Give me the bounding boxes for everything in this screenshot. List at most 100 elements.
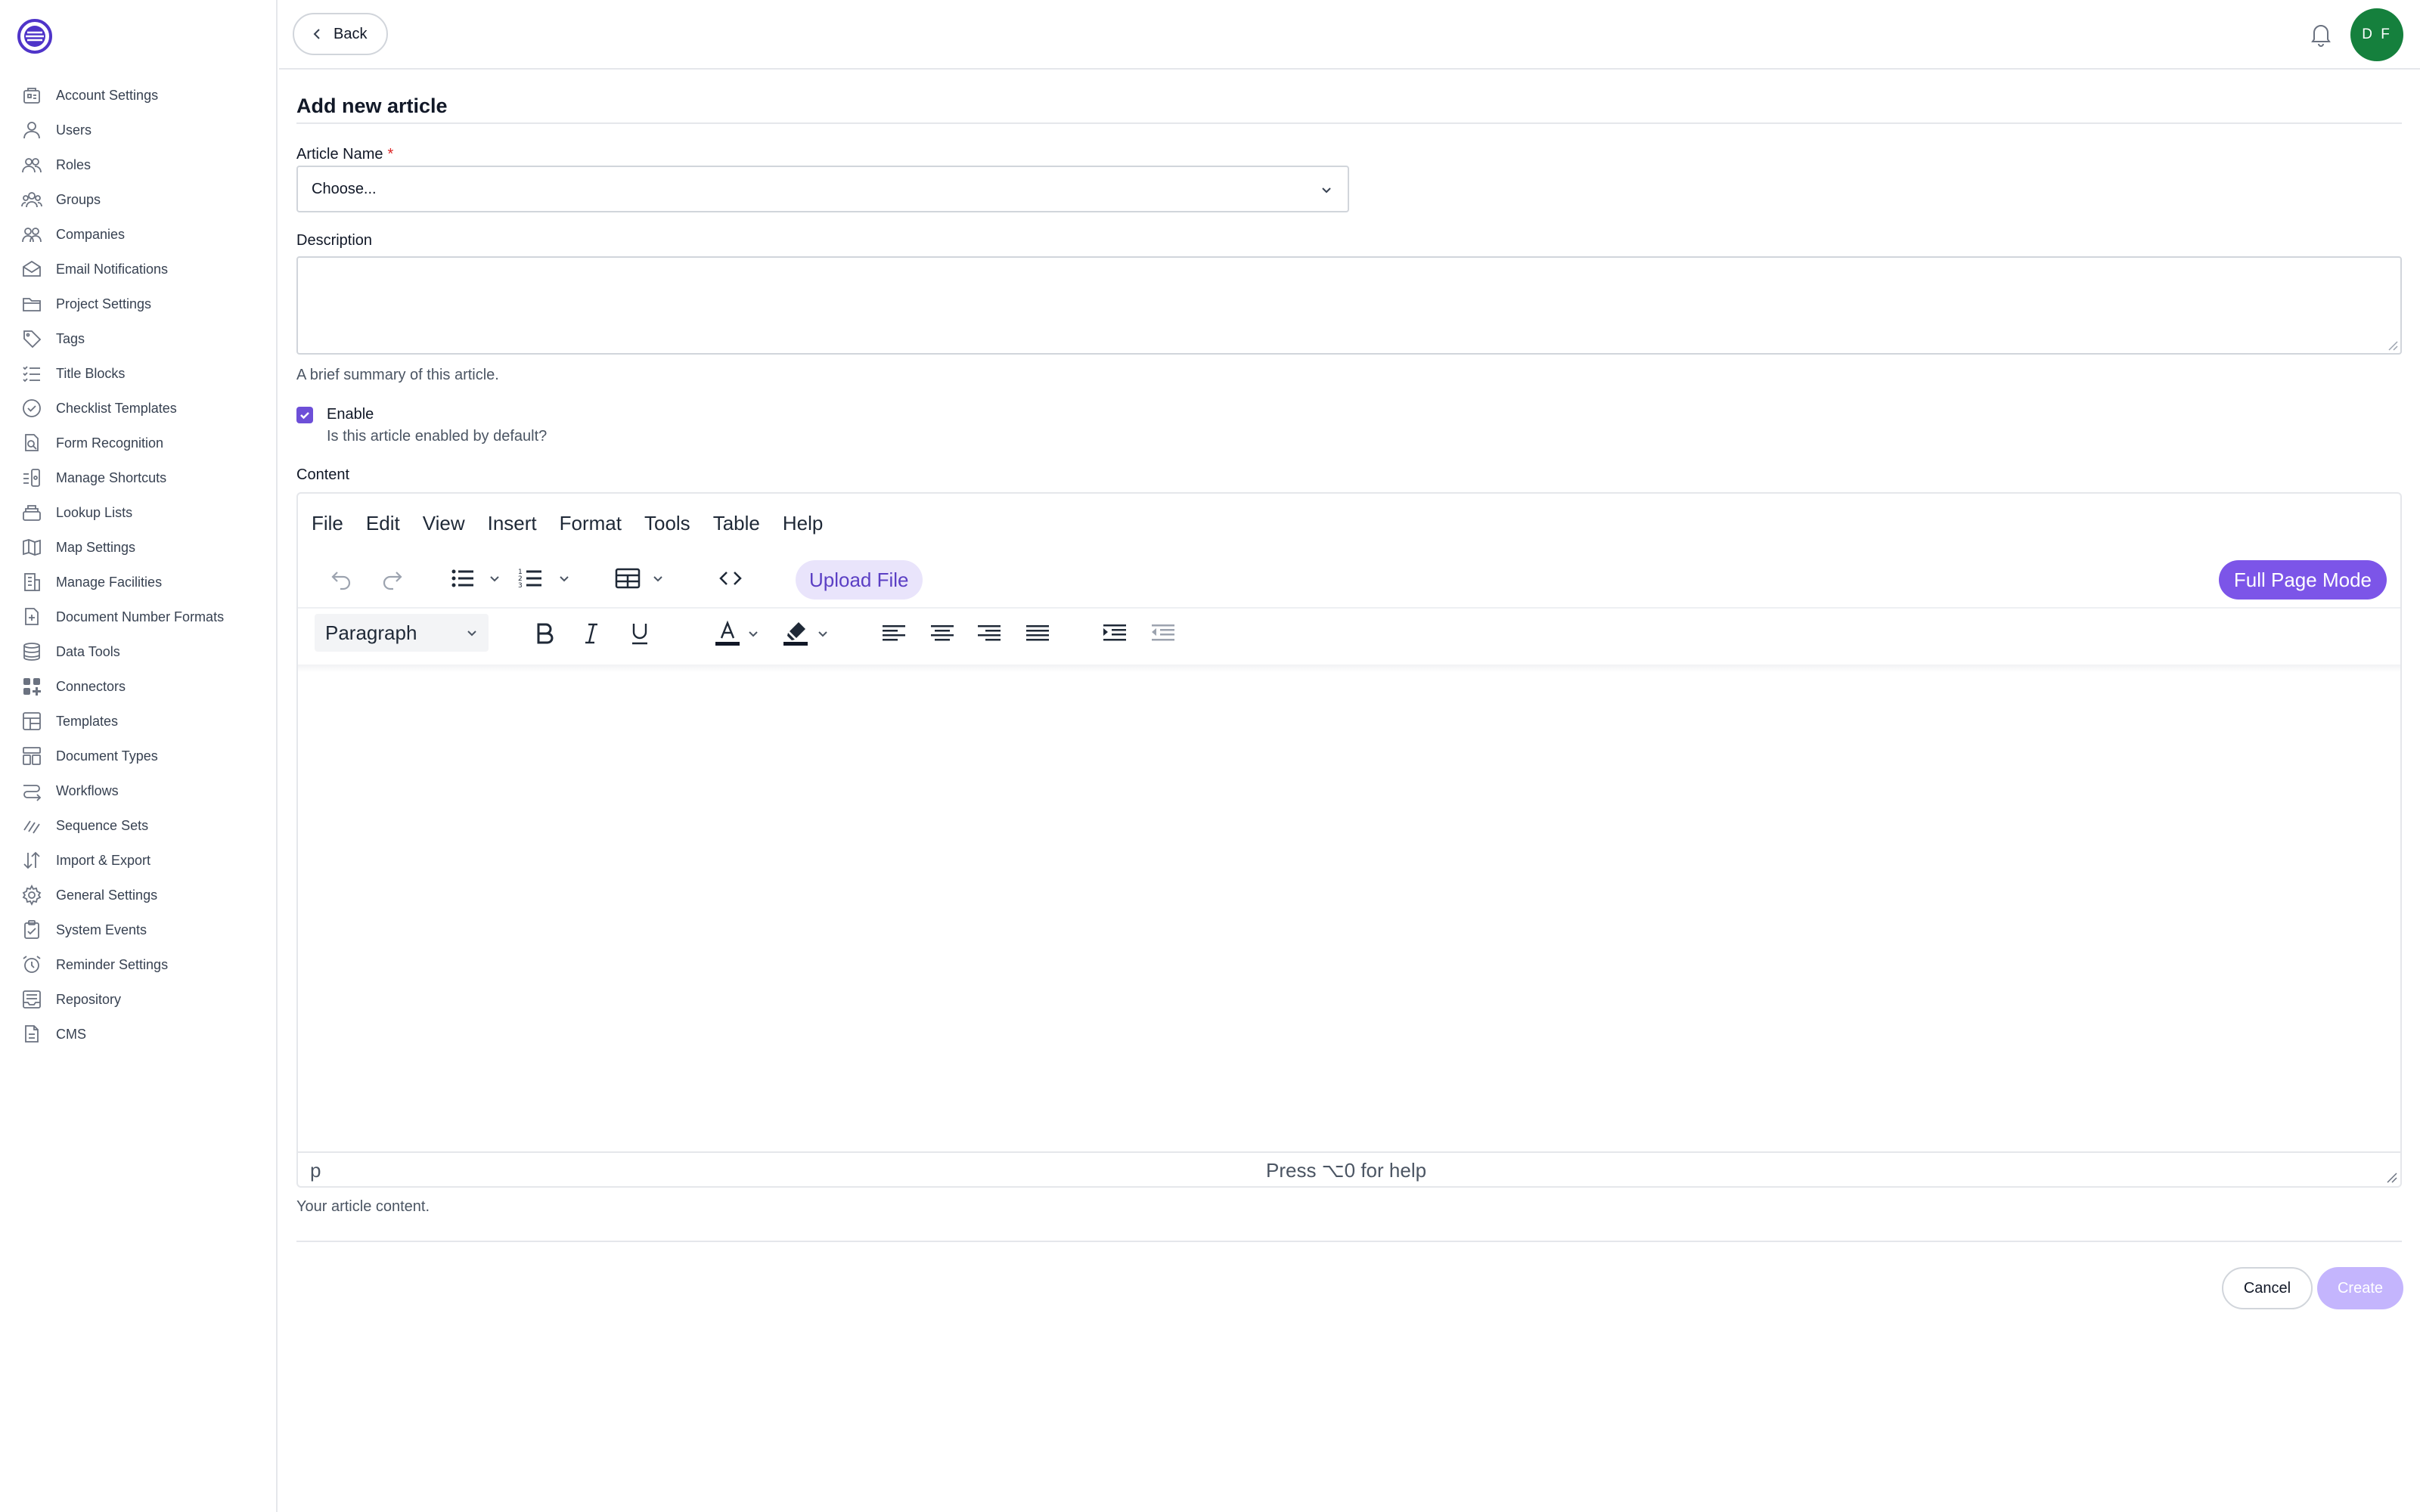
tag-icon	[21, 328, 42, 349]
bullet-list-icon[interactable]	[449, 565, 476, 592]
sidebar-item-general-settings[interactable]: General Settings	[0, 878, 278, 912]
align-center-icon[interactable]	[929, 620, 956, 647]
app-logo-icon[interactable]	[17, 18, 53, 54]
sidebar-item-form-recognition[interactable]: Form Recognition	[0, 426, 278, 460]
resize-handle-icon[interactable]	[2384, 1170, 2397, 1183]
menu-insert[interactable]: Insert	[488, 512, 537, 535]
sidebar-item-users[interactable]: Users	[0, 113, 278, 147]
bold-icon[interactable]	[531, 620, 558, 647]
user-icon	[21, 119, 42, 141]
bell-icon[interactable]	[2307, 20, 2335, 48]
article-name-label-text: Article Name	[296, 146, 383, 163]
menu-edit[interactable]: Edit	[366, 512, 400, 535]
chevron-down-icon[interactable]	[650, 571, 666, 586]
article-name-label: Article Name *	[296, 146, 393, 163]
sidebar-item-title-blocks[interactable]: Title Blocks	[0, 356, 278, 391]
alarm-icon	[21, 954, 42, 975]
sidebar-item-templates[interactable]: Templates	[0, 704, 278, 739]
block-format-value: Paragraph	[325, 621, 417, 644]
chevron-down-icon[interactable]	[746, 626, 761, 641]
menu-file[interactable]: File	[312, 512, 343, 535]
sidebar-item-reminder-settings[interactable]: Reminder Settings	[0, 947, 278, 982]
sidebar-item-repository[interactable]: Repository	[0, 982, 278, 1017]
article-name-value: Choose...	[312, 180, 377, 197]
sidebar-item-label: CMS	[56, 1026, 86, 1042]
sidebar-item-tags[interactable]: Tags	[0, 321, 278, 356]
sidebar-item-email-notifications[interactable]: Email Notifications	[0, 252, 278, 287]
workflow-icon	[21, 780, 42, 801]
map-icon	[21, 537, 42, 558]
full-page-mode-button[interactable]: Full Page Mode	[2218, 560, 2387, 600]
outdent-icon[interactable]	[1150, 620, 1177, 647]
sidebar-item-system-events[interactable]: System Events	[0, 912, 278, 947]
menu-help[interactable]: Help	[783, 512, 823, 535]
resize-handle-icon[interactable]	[2386, 339, 2398, 351]
sidebar-item-cms[interactable]: CMS	[0, 1017, 278, 1052]
numbered-list-icon[interactable]: 123	[517, 565, 544, 592]
sidebar-item-label: Connectors	[56, 678, 126, 694]
sidebar-item-label: General Settings	[56, 887, 158, 903]
align-justify-icon[interactable]	[1024, 620, 1051, 647]
sidebar-item-connectors[interactable]: Connectors	[0, 669, 278, 704]
article-name-select[interactable]: Choose...	[296, 166, 1349, 212]
description-field[interactable]	[296, 256, 2402, 355]
sidebar-item-document-types[interactable]: Document Types	[0, 739, 278, 773]
sidebar-nav: Account Settings Users Roles Groups Comp…	[0, 78, 278, 1052]
sidebar-item-roles[interactable]: Roles	[0, 147, 278, 182]
menu-table[interactable]: Table	[713, 512, 760, 535]
redo-icon[interactable]	[378, 565, 405, 592]
cancel-button[interactable]: Cancel	[2222, 1267, 2313, 1309]
table-icon[interactable]	[614, 565, 641, 592]
sidebar-item-label: Groups	[56, 191, 101, 207]
code-icon[interactable]	[717, 565, 744, 592]
sidebar-item-manage-shortcuts[interactable]: Manage Shortcuts	[0, 460, 278, 495]
divider	[296, 122, 2402, 124]
text-color-icon[interactable]	[714, 620, 741, 647]
element-path[interactable]: p	[310, 1159, 321, 1182]
chevron-down-icon[interactable]	[487, 571, 502, 586]
sidebar-item-lookup-lists[interactable]: Lookup Lists	[0, 495, 278, 530]
italic-icon[interactable]	[578, 620, 605, 647]
sidebar-item-label: Document Number Formats	[56, 609, 225, 624]
sidebar-item-sequence-sets[interactable]: Sequence Sets	[0, 808, 278, 843]
chevron-down-icon[interactable]	[557, 571, 572, 586]
svg-text:3: 3	[518, 582, 523, 590]
sidebar-item-import-export[interactable]: Import & Export	[0, 843, 278, 878]
sidebar-item-project-settings[interactable]: Project Settings	[0, 287, 278, 321]
sidebar-item-document-number-formats[interactable]: Document Number Formats	[0, 600, 278, 634]
menu-view[interactable]: View	[423, 512, 465, 535]
sidebar-item-account-settings[interactable]: Account Settings	[0, 78, 278, 113]
sidebar-item-label: Form Recognition	[56, 435, 164, 451]
document-search-icon	[21, 432, 42, 454]
sidebar-item-label: Document Types	[56, 748, 158, 764]
underline-icon[interactable]	[626, 620, 653, 647]
sidebar-item-label: Users	[56, 122, 92, 138]
menu-format[interactable]: Format	[560, 512, 622, 535]
highlight-color-icon[interactable]	[782, 620, 809, 647]
block-format-select[interactable]: Paragraph	[315, 614, 489, 652]
chevron-down-icon[interactable]	[815, 626, 830, 641]
sidebar-item-manage-facilities[interactable]: Manage Facilities	[0, 565, 278, 600]
menu-tools[interactable]: Tools	[644, 512, 690, 535]
sidebar-item-companies[interactable]: Companies	[0, 217, 278, 252]
undo-icon[interactable]	[328, 565, 355, 592]
sidebar-item-groups[interactable]: Groups	[0, 182, 278, 217]
create-button[interactable]: Create	[2317, 1267, 2403, 1309]
toolbar-divider	[298, 607, 2400, 609]
building-icon	[21, 85, 42, 106]
align-right-icon[interactable]	[976, 620, 1003, 647]
avatar[interactable]: D F	[2350, 8, 2403, 61]
upload-file-button[interactable]: Upload File	[796, 560, 923, 600]
back-button[interactable]: Back	[293, 13, 389, 55]
check-circle-icon	[21, 398, 42, 419]
sidebar-item-data-tools[interactable]: Data Tools	[0, 634, 278, 669]
enable-checkbox[interactable]	[296, 407, 313, 423]
sidebar-item-workflows[interactable]: Workflows	[0, 773, 278, 808]
sidebar-item-label: Repository	[56, 991, 122, 1007]
grid-plus-icon	[21, 676, 42, 697]
indent-icon[interactable]	[1101, 620, 1128, 647]
align-left-icon[interactable]	[880, 620, 908, 647]
enable-label[interactable]: Enable	[327, 406, 374, 423]
sidebar-item-checklist-templates[interactable]: Checklist Templates	[0, 391, 278, 426]
sidebar-item-map-settings[interactable]: Map Settings	[0, 530, 278, 565]
